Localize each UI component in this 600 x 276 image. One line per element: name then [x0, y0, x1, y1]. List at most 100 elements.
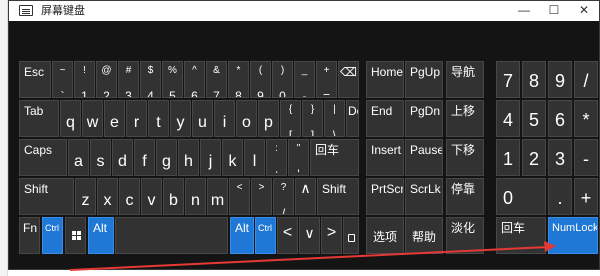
key-num1[interactable]: 1: [496, 139, 520, 176]
key-t[interactable]: t: [148, 100, 169, 137]
key-pause[interactable]: Pause: [405, 139, 443, 176]
key-num-plus[interactable]: +: [574, 178, 598, 215]
key-num-divide[interactable]: /: [574, 61, 598, 98]
key-1[interactable]: ! 1: [74, 61, 95, 98]
key-h[interactable]: h: [178, 139, 199, 176]
key-num-minus[interactable]: -: [574, 139, 598, 176]
key-del[interactable]: Del: [346, 100, 359, 137]
key-right-bracket[interactable]: }]: [302, 100, 323, 137]
key-num-enter[interactable]: 回车: [496, 217, 546, 254]
key-0[interactable]: ) 0: [272, 61, 293, 98]
key-num-dot[interactable]: .: [548, 178, 572, 215]
key-l[interactable]: l: [244, 139, 265, 176]
key-m[interactable]: m: [207, 178, 228, 215]
key-n[interactable]: n: [185, 178, 206, 215]
key-shift-right[interactable]: Shift: [317, 178, 359, 215]
key-caps[interactable]: Caps: [19, 139, 67, 176]
key-num-multiply[interactable]: *: [574, 100, 598, 137]
key-esc[interactable]: Esc: [19, 61, 51, 98]
key-minus[interactable]: _ -: [294, 61, 315, 98]
key-e[interactable]: e: [104, 100, 125, 137]
key-slash[interactable]: ? /: [273, 178, 294, 215]
key-pgdn[interactable]: PgDn: [405, 100, 443, 137]
key-num7[interactable]: 7: [496, 61, 520, 98]
key-a[interactable]: a: [68, 139, 89, 176]
key-p[interactable]: p: [258, 100, 279, 137]
key-o[interactable]: o: [236, 100, 257, 137]
key-v[interactable]: v: [141, 178, 162, 215]
key-arrow-down[interactable]: ∨: [299, 217, 320, 254]
key-9[interactable]: (9: [250, 61, 271, 98]
key-prtscn[interactable]: PrtScn: [366, 178, 404, 215]
key-semicolon[interactable]: :;: [266, 139, 287, 176]
key-num5[interactable]: 5: [522, 100, 546, 137]
key-x[interactable]: x: [97, 178, 118, 215]
key-2[interactable]: @2: [96, 61, 117, 98]
key-nav[interactable]: 导航: [446, 61, 484, 98]
key-w[interactable]: w: [82, 100, 103, 137]
key-4[interactable]: $4: [140, 61, 161, 98]
key-j[interactable]: j: [200, 139, 221, 176]
key-numlock[interactable]: NumLock: [548, 217, 598, 254]
key-tab[interactable]: Tab: [19, 100, 59, 137]
key-period[interactable]: >.: [251, 178, 272, 215]
key-backspace[interactable]: ⌫: [338, 61, 359, 98]
key-menu[interactable]: [343, 217, 359, 254]
key-space[interactable]: [115, 217, 228, 254]
key-z[interactable]: z: [75, 178, 96, 215]
key-help[interactable]: 帮助: [405, 217, 443, 254]
key-quote[interactable]: " ': [288, 139, 309, 176]
key-y[interactable]: y: [170, 100, 191, 137]
minimize-button[interactable]: —: [509, 1, 539, 21]
key-7[interactable]: & 7: [206, 61, 227, 98]
key-windows[interactable]: [65, 217, 86, 254]
key-num2[interactable]: 2: [522, 139, 546, 176]
key-g[interactable]: g: [156, 139, 177, 176]
key-num3[interactable]: 3: [548, 139, 572, 176]
key-8[interactable]: * 8: [228, 61, 249, 98]
key-alt-right[interactable]: Alt: [230, 217, 254, 254]
key-3[interactable]: #3: [118, 61, 139, 98]
key-arrow-up[interactable]: ∧: [295, 178, 316, 215]
key-shift-left[interactable]: Shift: [19, 178, 74, 215]
key-enter[interactable]: 回车: [310, 139, 359, 176]
key-c[interactable]: c: [119, 178, 140, 215]
key-arrow-left[interactable]: <: [277, 217, 298, 254]
key-insert[interactable]: Insert: [366, 139, 404, 176]
key-home[interactable]: Home: [366, 61, 404, 98]
key-6[interactable]: ^ 6: [184, 61, 205, 98]
key-s[interactable]: s: [90, 139, 111, 176]
key-num6[interactable]: 6: [548, 100, 572, 137]
key-fn[interactable]: Fn: [19, 217, 40, 254]
key-f[interactable]: f: [134, 139, 155, 176]
key-options[interactable]: 选项: [366, 217, 404, 254]
key-equals[interactable]: + =: [316, 61, 337, 98]
key-ctrl-left[interactable]: Ctrl: [42, 217, 63, 254]
key-i[interactable]: i: [214, 100, 235, 137]
key-num4[interactable]: 4: [496, 100, 520, 137]
key-arrow-right[interactable]: >: [321, 217, 342, 254]
key-u[interactable]: u: [192, 100, 213, 137]
key-b[interactable]: b: [163, 178, 184, 215]
key-r[interactable]: r: [126, 100, 147, 137]
key-left-bracket[interactable]: {[: [280, 100, 301, 137]
key-5[interactable]: % 5: [162, 61, 183, 98]
key-k[interactable]: k: [222, 139, 243, 176]
key-num8[interactable]: 8: [522, 61, 546, 98]
close-button[interactable]: ✕: [569, 1, 599, 21]
key-d[interactable]: d: [112, 139, 133, 176]
key-num9[interactable]: 9: [548, 61, 572, 98]
key-backslash[interactable]: | \: [324, 100, 345, 137]
key-alt-left[interactable]: Alt: [88, 217, 114, 254]
key-num0[interactable]: 0: [496, 178, 546, 215]
key-fade[interactable]: 淡化: [446, 217, 484, 254]
key-ctrl-right[interactable]: Ctrl: [255, 217, 276, 254]
key-backtick[interactable]: ~ `: [52, 61, 73, 98]
key-end[interactable]: End: [366, 100, 404, 137]
key-pgup[interactable]: PgUp: [405, 61, 443, 98]
key-comma[interactable]: <,: [229, 178, 250, 215]
maximize-button[interactable]: ☐: [539, 1, 569, 21]
key-scrlk[interactable]: ScrLk: [405, 178, 443, 215]
key-q[interactable]: q: [60, 100, 81, 137]
key-move-down[interactable]: 下移: [446, 139, 484, 176]
